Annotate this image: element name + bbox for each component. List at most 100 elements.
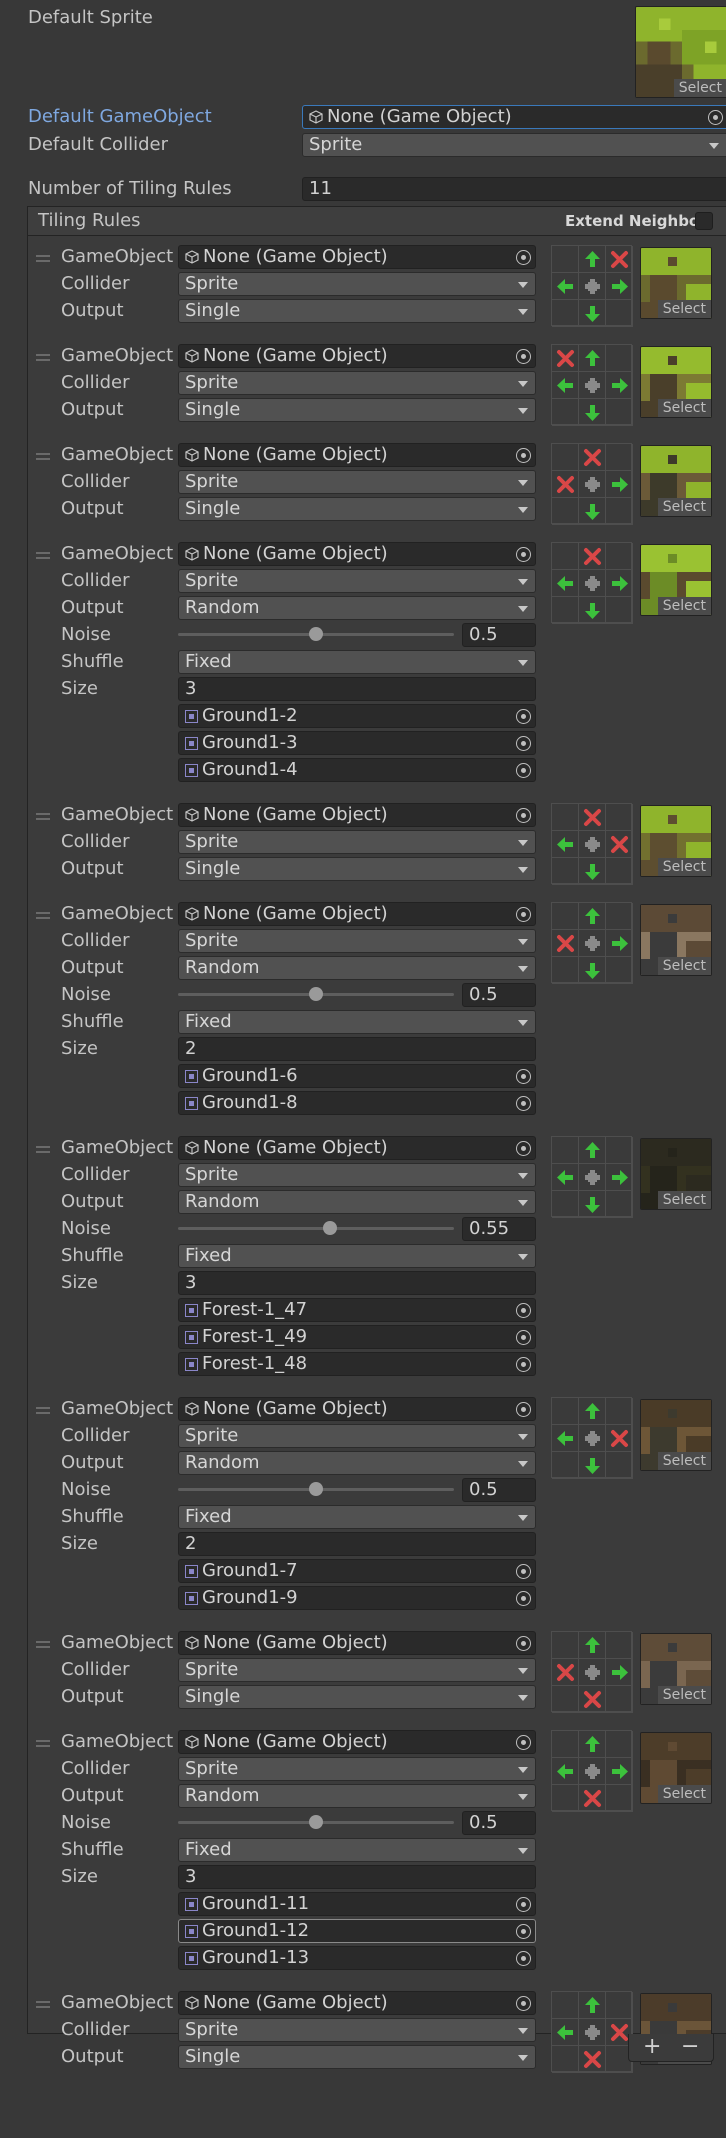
sprite-field[interactable]: Forest-1_48 bbox=[178, 1352, 536, 1376]
drag-handle-icon[interactable] bbox=[36, 1740, 50, 1747]
object-picker-icon[interactable] bbox=[516, 709, 531, 724]
neighbor-cell-this[interactable] bbox=[606, 1164, 633, 1191]
neighbor-cell-not-this[interactable] bbox=[579, 1785, 606, 1812]
neighbor-cell-this[interactable] bbox=[606, 372, 633, 399]
sprite-field[interactable]: Forest-1_49 bbox=[178, 1325, 536, 1349]
object-picker-icon[interactable] bbox=[516, 1141, 531, 1156]
rule-output-dropdown[interactable]: Single bbox=[178, 497, 536, 521]
rule-output-dropdown[interactable]: Single bbox=[178, 299, 536, 323]
neighbor-cell-this[interactable] bbox=[579, 1992, 606, 2019]
neighbor-cell-this[interactable] bbox=[552, 2019, 579, 2046]
neighbor-cell-this[interactable] bbox=[552, 273, 579, 300]
rule-output-dropdown[interactable]: Single bbox=[178, 398, 536, 422]
rule-gameobject-field[interactable]: None (Game Object) bbox=[178, 1397, 536, 1421]
neighbor-cell[interactable] bbox=[552, 2046, 579, 2073]
neighbor-cell[interactable] bbox=[606, 1731, 633, 1758]
object-picker-icon[interactable] bbox=[516, 1897, 531, 1912]
neighbor-cell[interactable] bbox=[552, 1632, 579, 1659]
remove-rule-button[interactable]: − bbox=[681, 2035, 699, 2059]
neighbor-cell[interactable] bbox=[606, 399, 633, 426]
drag-handle-icon[interactable] bbox=[36, 1407, 50, 1414]
neighbor-cell-this[interactable] bbox=[579, 1137, 606, 1164]
rule-sprite-thumbnail[interactable]: Select bbox=[640, 805, 712, 877]
neighbor-cell[interactable] bbox=[606, 957, 633, 984]
object-picker-icon[interactable] bbox=[516, 1564, 531, 1579]
object-picker-icon[interactable] bbox=[516, 808, 531, 823]
rule-collider-dropdown[interactable]: Sprite bbox=[178, 1163, 536, 1187]
neighbor-cell[interactable] bbox=[552, 1992, 579, 2019]
neighbor-cell-this[interactable] bbox=[552, 1164, 579, 1191]
neighbor-cell-this[interactable] bbox=[579, 498, 606, 525]
neighbor-cell-this[interactable] bbox=[579, 597, 606, 624]
object-picker-icon[interactable] bbox=[516, 349, 531, 364]
neighbor-cell-this[interactable] bbox=[606, 1758, 633, 1785]
rule-output-dropdown[interactable]: Random bbox=[178, 1190, 536, 1214]
neighbor-cell[interactable] bbox=[552, 858, 579, 885]
neighbor-cell-not-this[interactable] bbox=[579, 2046, 606, 2073]
rule-collider-dropdown[interactable]: Sprite bbox=[178, 470, 536, 494]
sprite-field[interactable]: Ground1-6 bbox=[178, 1064, 536, 1088]
select-button[interactable]: Select bbox=[673, 79, 726, 97]
rule-output-dropdown[interactable]: Single bbox=[178, 857, 536, 881]
rule-sprite-thumbnail[interactable]: Select bbox=[640, 445, 712, 517]
drag-handle-icon[interactable] bbox=[36, 453, 50, 460]
noise-input[interactable]: 0.5 bbox=[462, 1478, 536, 1502]
rule-gameobject-field[interactable]: None (Game Object) bbox=[178, 1991, 536, 2015]
select-button[interactable]: Select bbox=[657, 858, 711, 876]
neighbor-cell-this[interactable] bbox=[552, 831, 579, 858]
rule-sprite-thumbnail[interactable]: Select bbox=[640, 1138, 712, 1210]
object-picker-icon[interactable] bbox=[708, 110, 723, 125]
object-picker-icon[interactable] bbox=[516, 763, 531, 778]
neighbor-cell-this[interactable] bbox=[579, 1731, 606, 1758]
sprite-field[interactable]: Forest-1_47 bbox=[178, 1298, 536, 1322]
neighbor-cell[interactable] bbox=[606, 345, 633, 372]
neighbor-cell[interactable] bbox=[606, 1452, 633, 1479]
object-picker-icon[interactable] bbox=[516, 1069, 531, 1084]
neighbor-cell[interactable] bbox=[552, 804, 579, 831]
neighbor-cell-this[interactable] bbox=[552, 1758, 579, 1785]
neighbor-cell-this[interactable] bbox=[579, 246, 606, 273]
drag-handle-icon[interactable] bbox=[36, 813, 50, 820]
neighbor-cell-this[interactable] bbox=[552, 570, 579, 597]
select-button[interactable]: Select bbox=[657, 597, 711, 615]
noise-input[interactable]: 0.5 bbox=[462, 1811, 536, 1835]
neighbor-cell[interactable] bbox=[606, 1632, 633, 1659]
neighbor-cell[interactable] bbox=[606, 300, 633, 327]
object-picker-icon[interactable] bbox=[516, 250, 531, 265]
num-rules-input[interactable]: 11 bbox=[302, 177, 726, 201]
sprite-field[interactable]: Ground1-4 bbox=[178, 758, 536, 782]
neighbor-cell-this[interactable] bbox=[579, 300, 606, 327]
rule-sprite-thumbnail[interactable]: Select bbox=[640, 1399, 712, 1471]
rule-gameobject-field[interactable]: None (Game Object) bbox=[178, 344, 536, 368]
neighbor-cell[interactable] bbox=[552, 399, 579, 426]
neighbor-cell-not-this[interactable] bbox=[579, 444, 606, 471]
neighbor-cell[interactable] bbox=[552, 498, 579, 525]
object-picker-icon[interactable] bbox=[516, 736, 531, 751]
neighbor-cell-this[interactable] bbox=[579, 1191, 606, 1218]
rule-gameobject-field[interactable]: None (Game Object) bbox=[178, 542, 536, 566]
select-button[interactable]: Select bbox=[657, 1686, 711, 1704]
rule-output-dropdown[interactable]: Random bbox=[178, 596, 536, 620]
sprite-field[interactable]: Ground1-2 bbox=[178, 704, 536, 728]
neighbor-cell[interactable] bbox=[552, 1686, 579, 1713]
shuffle-dropdown[interactable]: Fixed bbox=[178, 1838, 536, 1862]
neighbor-cell[interactable] bbox=[579, 2019, 606, 2046]
neighbor-cell[interactable] bbox=[552, 246, 579, 273]
neighbor-cell[interactable] bbox=[606, 903, 633, 930]
neighbor-cell[interactable] bbox=[552, 1731, 579, 1758]
noise-input[interactable]: 0.5 bbox=[462, 623, 536, 647]
rule-sprite-thumbnail[interactable]: Select bbox=[640, 247, 712, 319]
object-picker-icon[interactable] bbox=[516, 1303, 531, 1318]
rule-sprite-thumbnail[interactable]: Select bbox=[640, 1633, 712, 1705]
neighbor-cell[interactable] bbox=[552, 597, 579, 624]
rule-sprite-thumbnail[interactable]: Select bbox=[640, 346, 712, 418]
object-picker-icon[interactable] bbox=[516, 448, 531, 463]
rule-gameobject-field[interactable]: None (Game Object) bbox=[178, 902, 536, 926]
neighbor-cell-not-this[interactable] bbox=[552, 345, 579, 372]
neighbor-cell[interactable] bbox=[579, 372, 606, 399]
default-collider-dropdown[interactable]: Sprite bbox=[302, 133, 726, 157]
noise-slider[interactable] bbox=[178, 1478, 454, 1502]
sprite-field[interactable]: Ground1-11 bbox=[178, 1892, 536, 1916]
neighbor-cell-this[interactable] bbox=[579, 858, 606, 885]
sprite-field[interactable]: Ground1-8 bbox=[178, 1091, 536, 1115]
